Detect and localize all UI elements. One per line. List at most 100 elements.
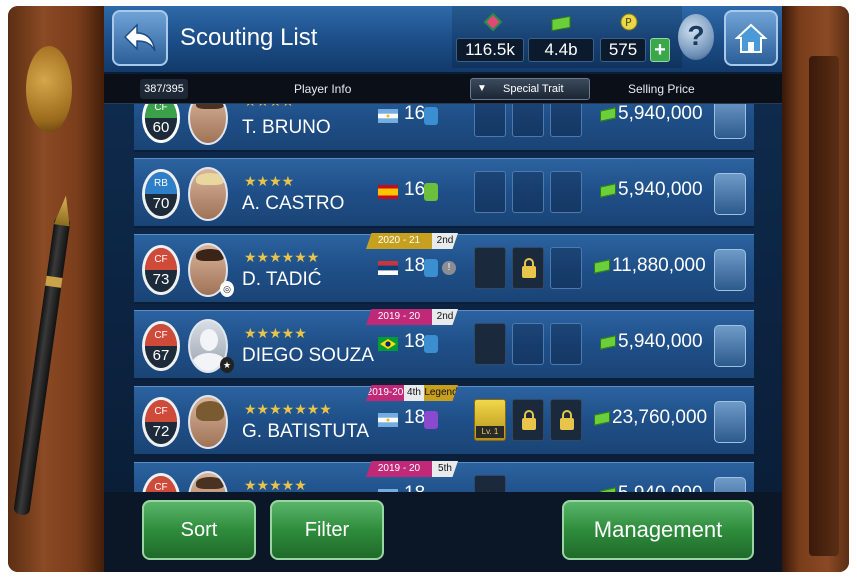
growth-type-icon bbox=[424, 335, 438, 353]
star-rating: ★★★★ bbox=[244, 104, 294, 109]
trait-slot[interactable] bbox=[550, 247, 582, 289]
trait-slot[interactable] bbox=[474, 171, 506, 213]
coin-decoration bbox=[26, 46, 72, 132]
special-trait-slot[interactable]: Lv. 1 bbox=[474, 399, 506, 441]
player-name: D. TADIĆ bbox=[242, 269, 322, 290]
player-age: 18 bbox=[404, 331, 426, 352]
lock-icon bbox=[522, 410, 536, 430]
currency-panel: 116.5k 4.4b P 575 + bbox=[452, 6, 682, 68]
trait-slot[interactable] bbox=[550, 171, 582, 213]
gp-value: 116.5k bbox=[456, 38, 524, 62]
page-title: Scouting List bbox=[180, 24, 318, 51]
trait-slot[interactable] bbox=[512, 323, 544, 365]
growth-type-icon bbox=[424, 183, 438, 201]
locked-trait-slot[interactable] bbox=[512, 247, 544, 289]
game-screen: Scouting List 116.5k 4.4b P 575 + ? 387/… bbox=[104, 6, 782, 572]
help-button[interactable]: ? bbox=[678, 14, 714, 60]
special-trait-label: Special Trait bbox=[503, 83, 564, 95]
player-row[interactable]: RB 70 ★★★★ A. CASTRO 16 5,940,000 bbox=[134, 158, 754, 228]
trait-slot[interactable] bbox=[474, 475, 506, 492]
sort-button[interactable]: Sort bbox=[142, 500, 256, 560]
filter-button[interactable]: Filter bbox=[270, 500, 384, 560]
player-row[interactable]: 2019 - 20 5th CF ★★★★★ 18 5,940,000 bbox=[134, 461, 754, 492]
avatar bbox=[188, 104, 228, 145]
pin-button[interactable] bbox=[714, 249, 746, 291]
season-award: 2019 - 20 2nd bbox=[366, 309, 458, 325]
position-badge: CF 72 bbox=[142, 397, 180, 447]
cash-icon bbox=[594, 259, 610, 274]
player-name: DIEGO SOUZA bbox=[242, 345, 374, 366]
trait-slot[interactable] bbox=[474, 323, 506, 365]
pin-button[interactable] bbox=[714, 173, 746, 215]
trait-slot[interactable] bbox=[512, 104, 544, 137]
club-badge-icon: ★ bbox=[220, 357, 234, 373]
flag-brazil-icon bbox=[378, 337, 398, 351]
growth-type-icon bbox=[424, 259, 438, 277]
player-age: 18 bbox=[404, 407, 426, 428]
column-selling-price: Selling Price bbox=[628, 82, 695, 96]
flag-argentina-icon bbox=[378, 109, 398, 123]
trait-slot[interactable] bbox=[474, 247, 506, 289]
pin-button[interactable] bbox=[714, 325, 746, 367]
selling-price: 11,880,000 bbox=[612, 255, 706, 276]
flag-serbia-icon bbox=[378, 261, 398, 275]
player-age: 16 bbox=[404, 104, 426, 124]
svg-text:P: P bbox=[625, 16, 632, 29]
chevron-down-icon: ▼ bbox=[477, 83, 487, 94]
locked-trait-slot[interactable] bbox=[512, 399, 544, 441]
player-row[interactable]: 2020 - 21 2nd CF 73 ◎ ★★★★★★ D. TADIĆ 18… bbox=[134, 233, 754, 304]
position-badge: CF 60 bbox=[142, 104, 180, 143]
pin-button[interactable] bbox=[714, 477, 746, 492]
selling-price: 5,940,000 bbox=[618, 179, 703, 200]
selling-price: 5,940,000 bbox=[618, 483, 703, 492]
player-name: T. BRUNO bbox=[242, 117, 331, 138]
season-award: 2019-20 4th Legend bbox=[366, 385, 458, 401]
add-points-button[interactable]: + bbox=[650, 38, 670, 62]
player-row[interactable]: CF 60 ★★★★ T. BRUNO 16 5,940,000 bbox=[134, 104, 754, 152]
lock-icon bbox=[560, 410, 574, 430]
flag-spain-icon bbox=[378, 185, 398, 199]
avatar bbox=[188, 167, 228, 221]
gp-icon bbox=[483, 12, 503, 32]
cash-value: 4.4b bbox=[528, 38, 594, 62]
avatar bbox=[188, 395, 228, 449]
home-icon bbox=[734, 23, 768, 53]
growth-type-icon bbox=[424, 107, 438, 125]
player-row[interactable]: 2019-20 4th Legend CF 72 ★★★★★★★ G. BATI… bbox=[134, 385, 754, 456]
player-name: G. BATISTUTA bbox=[242, 421, 370, 442]
selling-price: 5,940,000 bbox=[618, 331, 703, 352]
cash-icon bbox=[600, 335, 616, 350]
club-badge-icon: ◎ bbox=[220, 281, 234, 297]
position-badge: RB 70 bbox=[142, 169, 180, 219]
position-badge: CF bbox=[142, 473, 180, 492]
trait-slot[interactable] bbox=[550, 323, 582, 365]
trait-slot[interactable] bbox=[512, 171, 544, 213]
column-player-info: Player Info bbox=[294, 82, 352, 96]
pin-button[interactable] bbox=[714, 104, 746, 139]
trait-slot[interactable] bbox=[474, 104, 506, 137]
trait-slot[interactable] bbox=[550, 104, 582, 137]
cash-icon bbox=[594, 411, 610, 426]
home-button[interactable] bbox=[724, 10, 778, 66]
player-list[interactable]: CF 60 ★★★★ T. BRUNO 16 5,940,000 bbox=[104, 104, 782, 492]
selling-price: 23,760,000 bbox=[612, 407, 708, 428]
selling-price: 5,940,000 bbox=[618, 104, 703, 124]
star-rating: ★★★★ bbox=[244, 173, 295, 189]
footer-bar: Sort Filter Management Menu bbox=[104, 492, 782, 572]
header-bar: Scouting List 116.5k 4.4b P 575 + ? bbox=[104, 6, 782, 74]
pin-button[interactable] bbox=[714, 401, 746, 443]
back-button[interactable] bbox=[112, 10, 168, 66]
flag-argentina-icon bbox=[378, 413, 398, 427]
special-trait-dropdown[interactable]: ▼ Special Trait bbox=[470, 78, 590, 100]
player-age: 18 bbox=[404, 483, 425, 492]
locked-trait-slot[interactable] bbox=[550, 399, 582, 441]
star-rating: ★★★★★ bbox=[244, 477, 307, 492]
player-row[interactable]: 2019 - 20 2nd CF 67 ★ ★★★★★ DIEGO SOUZA … bbox=[134, 309, 754, 380]
avatar bbox=[188, 471, 228, 492]
management-menu-button[interactable]: Management Menu bbox=[562, 500, 754, 560]
player-age: 18 bbox=[404, 255, 426, 276]
back-arrow-icon bbox=[123, 23, 156, 52]
position-badge: CF 73 bbox=[142, 245, 180, 295]
player-name: A. CASTRO bbox=[242, 193, 345, 214]
notebook-decoration bbox=[809, 56, 839, 556]
